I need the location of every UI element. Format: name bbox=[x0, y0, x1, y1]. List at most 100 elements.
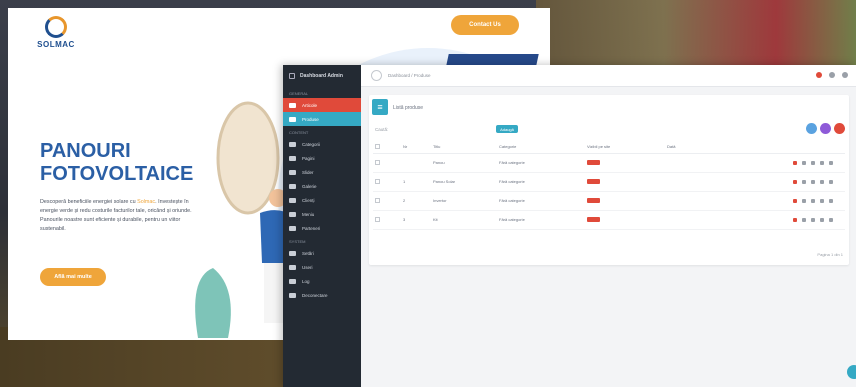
cell-nr: 3 bbox=[403, 210, 433, 230]
visibility-badge[interactable] bbox=[587, 178, 600, 184]
edit-row-icon[interactable] bbox=[802, 198, 806, 203]
sidebar-item-produse[interactable]: Produse bbox=[283, 112, 361, 126]
floating-help-button[interactable] bbox=[847, 365, 856, 379]
sidebar-item-label: Produse bbox=[302, 116, 319, 122]
row-checkbox[interactable] bbox=[375, 197, 380, 203]
delete-row-icon[interactable] bbox=[793, 179, 797, 184]
table-row[interactable]: 1 Panou Solar Fără categorie bbox=[373, 172, 845, 192]
copy-row-icon[interactable] bbox=[820, 179, 824, 184]
view-row-icon[interactable] bbox=[811, 217, 815, 222]
sidebar-item-label: Clienți bbox=[302, 197, 315, 203]
hero-title-line-2: FOTOVOLTAICE bbox=[40, 163, 194, 185]
more-row-icon[interactable] bbox=[829, 217, 833, 222]
sidebar-item-label: Parteneri bbox=[302, 225, 321, 231]
col-visible[interactable]: Vizibil pe site bbox=[587, 141, 667, 154]
sidebar-item-setari[interactable]: Setări bbox=[283, 246, 361, 260]
sidebar-item-slider[interactable]: Slider bbox=[283, 165, 361, 179]
edit-row-icon[interactable] bbox=[802, 179, 806, 184]
row-checkbox[interactable] bbox=[375, 216, 380, 222]
col-date[interactable]: Dată bbox=[667, 141, 793, 154]
col-actions bbox=[793, 141, 845, 154]
view-row-icon[interactable] bbox=[811, 198, 815, 203]
sidebar-item-articole[interactable]: Articole bbox=[283, 98, 361, 112]
user-menu-icon[interactable] bbox=[842, 72, 848, 78]
learn-more-button[interactable]: Află mai multe bbox=[40, 268, 106, 286]
row-checkbox[interactable] bbox=[375, 159, 380, 165]
visibility-badge[interactable] bbox=[587, 159, 600, 165]
search-label: Caută: bbox=[375, 127, 389, 132]
visibility-badge[interactable] bbox=[587, 197, 600, 203]
select-all-checkbox[interactable] bbox=[375, 143, 380, 149]
sidebar-item-pagini[interactable]: Pagini bbox=[283, 151, 361, 165]
row-select bbox=[373, 210, 403, 230]
cell-title: Panou bbox=[433, 153, 499, 173]
col-title[interactable]: Titlu bbox=[433, 141, 499, 154]
contact-button[interactable]: Contact Us bbox=[451, 15, 519, 35]
add-product-button[interactable]: Adaugă bbox=[496, 125, 518, 133]
delete-icon[interactable] bbox=[834, 123, 845, 134]
list-icon: ≡ bbox=[372, 99, 388, 115]
delete-row-icon[interactable] bbox=[793, 217, 797, 222]
table-row[interactable]: Panou Fără categorie bbox=[373, 153, 845, 173]
hero-description: Descoperă beneficiile energiei solare cu… bbox=[40, 198, 198, 234]
edit-row-icon[interactable] bbox=[802, 160, 806, 165]
cell-visible bbox=[587, 172, 667, 192]
page-icon bbox=[289, 155, 296, 161]
export-icon[interactable] bbox=[820, 123, 831, 134]
cell-date bbox=[667, 210, 793, 230]
more-row-icon[interactable] bbox=[829, 198, 833, 203]
copy-row-icon[interactable] bbox=[820, 217, 824, 222]
delete-row-icon[interactable] bbox=[793, 198, 797, 203]
sidebar-item-deconectare[interactable]: Deconectare bbox=[283, 288, 361, 302]
sidebar-item-useri[interactable]: Useri bbox=[283, 260, 361, 274]
logo-text: SOLMAC bbox=[37, 40, 75, 49]
refresh-icon[interactable] bbox=[806, 123, 817, 134]
table-row[interactable]: 2 Invertor Fără categorie bbox=[373, 191, 845, 211]
copy-row-icon[interactable] bbox=[820, 160, 824, 165]
table-header-row: Nr Titlu Categorie Vizibil pe site Dată bbox=[373, 141, 845, 154]
gear-icon bbox=[289, 250, 296, 256]
sidebar-item-clienti[interactable]: Clienți bbox=[283, 193, 361, 207]
sidebar-section-system: System bbox=[289, 239, 306, 244]
plant-illustration bbox=[195, 268, 231, 338]
sidebar-item-galerie[interactable]: Galerie bbox=[283, 179, 361, 193]
sidebar-item-categorii[interactable]: Categorii bbox=[283, 137, 361, 151]
sidebar-brand[interactable]: Dashboard Admin bbox=[283, 65, 361, 87]
sidebar-item-parteneri[interactable]: Parteneri bbox=[283, 221, 361, 235]
sidebar-item-meniu[interactable]: Meniu bbox=[283, 207, 361, 221]
cell-category: Fără categorie bbox=[499, 153, 587, 173]
cell-visible bbox=[587, 191, 667, 211]
table-row[interactable]: 3 Kit Fără categorie bbox=[373, 210, 845, 230]
more-row-icon[interactable] bbox=[829, 179, 833, 184]
visibility-badge[interactable] bbox=[587, 216, 600, 222]
view-row-icon[interactable] bbox=[811, 160, 815, 165]
list-icon bbox=[289, 278, 296, 284]
col-category[interactable]: Categorie bbox=[499, 141, 587, 154]
edit-row-icon[interactable] bbox=[802, 217, 806, 222]
hamburger-icon[interactable] bbox=[289, 73, 295, 79]
row-checkbox[interactable] bbox=[375, 178, 380, 184]
sun-logo-icon bbox=[45, 16, 67, 38]
cell-title: Invertor bbox=[433, 191, 499, 211]
menu-toggle-icon[interactable] bbox=[371, 70, 382, 81]
cell-actions bbox=[793, 210, 845, 230]
delete-row-icon[interactable] bbox=[793, 160, 797, 165]
sidebar-item-log[interactable]: Log bbox=[283, 274, 361, 288]
copy-row-icon[interactable] bbox=[820, 198, 824, 203]
cell-nr: 1 bbox=[403, 172, 433, 192]
row-select bbox=[373, 191, 403, 211]
cell-visible bbox=[587, 210, 667, 230]
cell-visible bbox=[587, 153, 667, 173]
view-row-icon[interactable] bbox=[811, 179, 815, 184]
cell-title: Panou Solar bbox=[433, 172, 499, 192]
col-nr[interactable]: Nr bbox=[403, 141, 433, 154]
more-row-icon[interactable] bbox=[829, 160, 833, 165]
notification-icon[interactable] bbox=[816, 72, 822, 78]
settings-icon[interactable] bbox=[829, 72, 835, 78]
breadcrumb: Dashboard / Produse bbox=[388, 73, 431, 78]
menu-icon bbox=[289, 211, 296, 217]
cell-actions bbox=[793, 191, 845, 211]
hero-text-highlight[interactable]: Solmac bbox=[137, 199, 155, 205]
sidebar: Dashboard Admin General Articole Produse… bbox=[283, 65, 361, 387]
logo[interactable]: SOLMAC bbox=[36, 16, 76, 49]
